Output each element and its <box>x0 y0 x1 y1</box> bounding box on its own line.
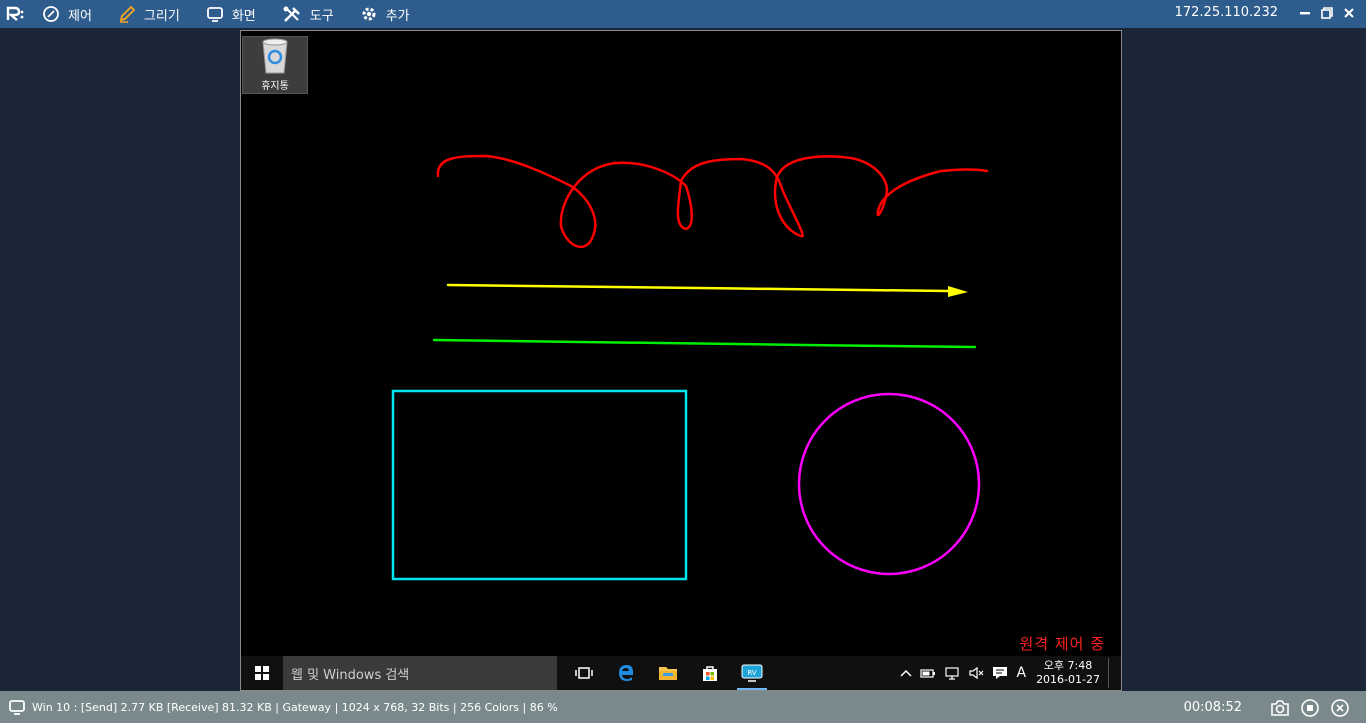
green-line <box>432 338 977 349</box>
restore-icon <box>1321 7 1333 19</box>
network-icon[interactable] <box>944 666 960 680</box>
remote-desktop-screen[interactable]: 휴지통 원격 제어 중 웹 및 Windows 검색 RV A 오후 7:48 … <box>240 30 1122 691</box>
task-view-icon <box>575 667 593 679</box>
taskbar-clock[interactable]: 오후 7:48 2016-01-27 <box>1036 659 1100 687</box>
action-center-icon[interactable] <box>992 666 1008 680</box>
menu-control-label: 제어 <box>68 8 92 24</box>
freehand-red-stroke <box>436 154 989 248</box>
ime-indicator[interactable]: A <box>1016 665 1026 681</box>
start-button[interactable] <box>241 656 283 690</box>
top-toolbar: 제어 그리기 화면 도구 추가 172.25.110.232 <box>0 0 1366 28</box>
clock-date: 2016-01-27 <box>1036 673 1100 686</box>
remoteview-taskbar-button[interactable]: RV <box>731 656 773 690</box>
menu-control[interactable]: 제어 <box>42 5 92 24</box>
edge-button[interactable] <box>605 656 647 690</box>
restore-button[interactable] <box>1318 4 1336 22</box>
camera-icon <box>1271 700 1289 716</box>
annotation-canvas[interactable] <box>241 31 1121 690</box>
close-icon <box>1344 8 1354 18</box>
screenshot-button[interactable] <box>1270 698 1290 718</box>
menu-tools[interactable]: 도구 <box>282 5 334 24</box>
menu-draw-label: 그리기 <box>143 8 180 24</box>
gear-icon <box>362 7 376 21</box>
connection-ip: 172.25.110.232 <box>1174 5 1278 20</box>
disconnect-button[interactable] <box>1330 698 1350 718</box>
control-icon <box>43 6 59 22</box>
yellow-arrow-shaft <box>446 283 950 293</box>
volume-muted-icon[interactable] <box>968 666 984 680</box>
minimize-button[interactable] <box>1296 4 1314 22</box>
minimize-icon <box>1300 12 1310 15</box>
connection-info: Win 10 : [Send] 2.77 KB [Receive] 81.32 … <box>32 700 558 714</box>
edge-icon <box>619 665 633 681</box>
taskbar-search-input[interactable]: 웹 및 Windows 검색 <box>283 656 557 690</box>
close-button[interactable] <box>1340 4 1358 22</box>
svg-text:RV: RV <box>747 669 756 677</box>
system-tray: A 오후 7:48 2016-01-27 <box>900 656 1109 690</box>
battery-icon[interactable] <box>920 668 936 678</box>
pencil-icon <box>119 5 136 23</box>
task-view-button[interactable] <box>563 656 605 690</box>
clock-time: 오후 7:48 <box>1043 659 1093 672</box>
file-explorer-button[interactable] <box>647 656 689 690</box>
menu-more[interactable]: 추가 <box>360 5 410 24</box>
magenta-circle <box>797 392 981 576</box>
menu-draw[interactable]: 그리기 <box>118 5 180 24</box>
disconnect-icon <box>1331 699 1349 717</box>
record-stop-icon <box>1301 699 1319 717</box>
menu-more-label: 추가 <box>385 8 410 24</box>
windows-logo-icon <box>255 666 269 680</box>
remoteview-icon: RV <box>741 664 763 682</box>
chevron-up-icon[interactable] <box>900 668 913 678</box>
rv-logo-icon <box>6 4 28 24</box>
menu-screen[interactable]: 화면 <box>206 5 256 24</box>
cyan-rectangle <box>391 389 688 581</box>
remote-control-status: 원격 제어 중 <box>1019 635 1105 653</box>
yellow-arrow-head <box>948 286 968 297</box>
session-timer: 00:08:52 <box>1183 700 1242 715</box>
monitor-icon <box>9 700 25 715</box>
store-icon <box>703 666 717 681</box>
store-button[interactable] <box>689 656 731 690</box>
menu-screen-label: 화면 <box>231 8 256 24</box>
monitor-icon <box>206 7 223 22</box>
folder-icon <box>659 667 677 680</box>
tools-icon <box>283 6 300 22</box>
record-button[interactable] <box>1300 698 1320 718</box>
menu-tools-label: 도구 <box>309 8 334 24</box>
show-desktop-button[interactable] <box>1108 658 1109 688</box>
windows-taskbar: 웹 및 Windows 검색 RV A 오후 7:48 2016-01-27 <box>241 656 1121 690</box>
status-bar: Win 10 : [Send] 2.77 KB [Receive] 81.32 … <box>0 691 1366 723</box>
